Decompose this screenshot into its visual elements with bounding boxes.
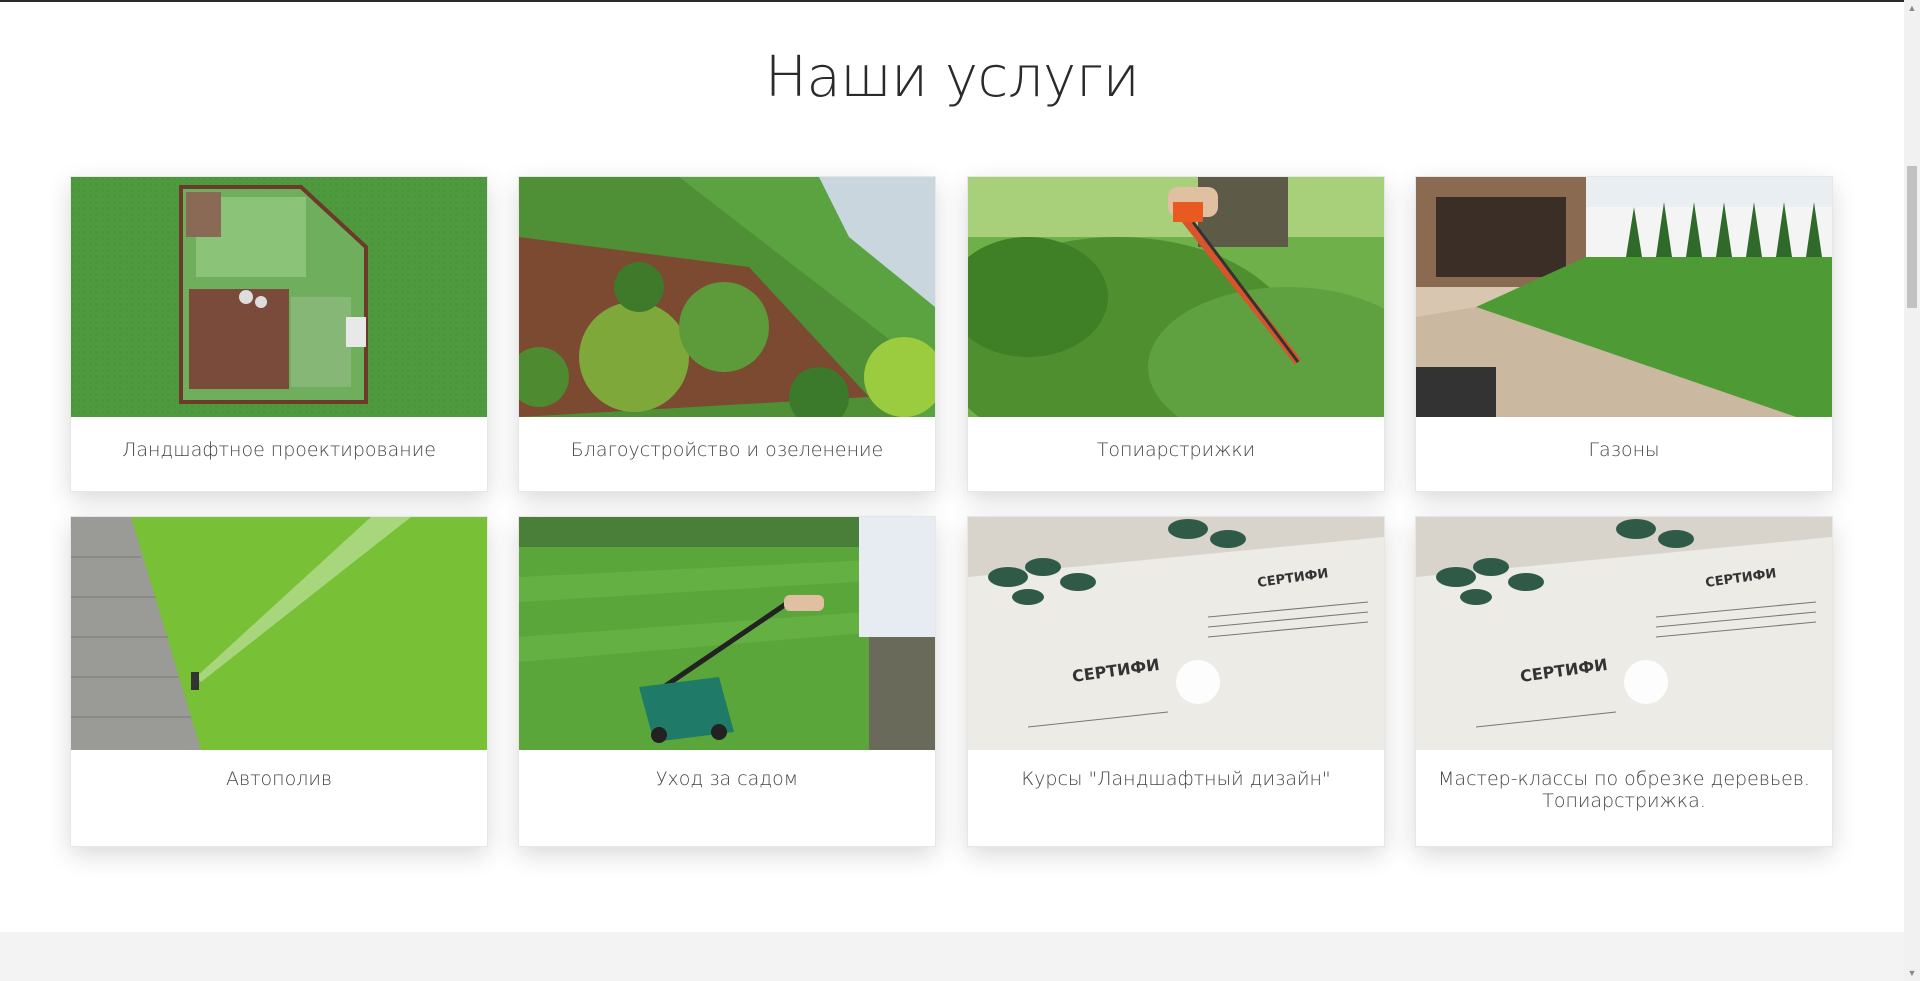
scroll-down-arrow-icon[interactable]: ▼ (1904, 965, 1920, 981)
service-label: Мастер-классы по обрезке деревьев. Топиа… (1438, 768, 1810, 812)
section-title: Наши услуги (764, 45, 1140, 110)
lawn-mower-image (519, 517, 935, 750)
service-card-courses[interactable]: СЕРТИФИ СЕРТИФИ Курсы "Ландшафтный дизай… (967, 516, 1385, 847)
garden-beds-image (519, 177, 935, 417)
landscape-plan-image (71, 177, 487, 417)
sprinkler-image (71, 517, 487, 750)
service-card-irrigation[interactable]: Автополив (70, 516, 488, 847)
page-scrollbar[interactable]: ▲ ▼ (1904, 0, 1920, 981)
service-label: Автополив (225, 768, 333, 790)
service-card-landscaping[interactable]: Благоустройство и озеленение (518, 176, 936, 492)
service-label: Уход за садом (655, 768, 799, 790)
lawn-yard-image (1416, 177, 1832, 417)
service-card-topiary[interactable]: Топиарстрижки (967, 176, 1385, 492)
top-border (0, 0, 1904, 2)
hedge-trimming-image (968, 177, 1384, 417)
service-label: Курсы "Ландшафтный дизайн" (1021, 768, 1331, 790)
certificate-image: СЕРТИФИ СЕРТИФИ (1416, 517, 1832, 750)
scroll-up-arrow-icon[interactable]: ▲ (1904, 0, 1920, 16)
service-label: Благоустройство и озеленение (570, 439, 884, 461)
certificate-image: СЕРТИФИ СЕРТИФИ (968, 517, 1384, 750)
service-label: Топиарстрижки (1096, 439, 1256, 461)
service-card-landscape-design[interactable]: Ландшафтное проектирование (70, 176, 488, 492)
service-card-garden-care[interactable]: Уход за садом (518, 516, 936, 847)
service-card-masterclasses[interactable]: СЕРТИФИ СЕРТИФИ Мастер-классы по обрезке… (1415, 516, 1833, 847)
service-card-lawns[interactable]: Газоны (1415, 176, 1833, 492)
next-section-band (0, 932, 1904, 981)
service-label: Ландшафтное проектирование (122, 439, 436, 461)
scrollbar-thumb[interactable] (1907, 166, 1917, 308)
service-label: Газоны (1588, 439, 1660, 461)
